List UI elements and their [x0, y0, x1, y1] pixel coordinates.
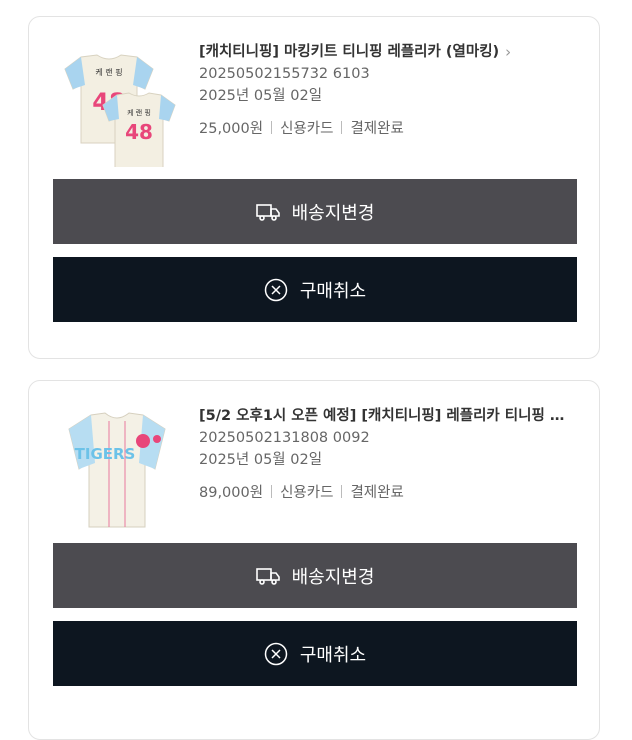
order-info: [캐치티니핑] 마킹키트 티니핑 레플리카 (열마킹) › 2025050215…: [199, 41, 579, 140]
truck-icon: [255, 567, 280, 585]
cancel-purchase-button[interactable]: 구매취소: [53, 257, 577, 322]
svg-text:케 랜 핑: 케 랜 핑: [95, 67, 122, 77]
order-meta: 89,000원 신용카드 결제완료: [199, 482, 579, 504]
product-title: [5/2 오후1시 오픈 예정] [캐치티니핑] 레플리카 티니핑 …: [199, 408, 565, 424]
change-shipping-button[interactable]: 배송지변경: [53, 543, 577, 608]
jersey-image: TIGERS: [68, 412, 166, 528]
divider: [341, 485, 343, 498]
product-thumbnail[interactable]: TIGERS: [51, 399, 183, 531]
order-price: 25,000원: [199, 121, 264, 137]
change-shipping-label: 배송지변경: [291, 566, 375, 588]
truck-icon: [255, 203, 280, 221]
change-shipping-button[interactable]: 배송지변경: [53, 179, 577, 244]
order-card: 케 랜 핑 48 케 랜 핑 48 [캐치티니핑] 마킹키트 티니핑 레플리카 …: [28, 16, 600, 359]
order-card: TIGERS [5/2 오후1시 오픈 예정] [캐치티니핑] 레플리카 티니핑…: [28, 380, 600, 740]
order-number: 20250502155732 6103: [199, 66, 370, 82]
svg-text:케 랜 핑: 케 랜 핑: [127, 108, 151, 117]
order-date: 2025년 05월 02일: [199, 452, 323, 468]
close-circle-icon: [264, 642, 288, 666]
cancel-purchase-button[interactable]: 구매취소: [53, 621, 577, 686]
order-status: 결제완료: [350, 485, 404, 501]
jersey-image: 케 랜 핑 48 케 랜 핑 48: [64, 54, 176, 170]
product-title-link[interactable]: [캐치티니핑] 마킹키트 티니핑 레플리카 (열마킹) ›: [199, 41, 579, 63]
payment-method: 신용카드: [280, 485, 334, 501]
product-thumbnail[interactable]: 케 랜 핑 48 케 랜 핑 48: [51, 35, 183, 170]
order-price: 89,000원: [199, 485, 264, 501]
change-shipping-label: 배송지변경: [291, 202, 375, 224]
divider: [271, 121, 273, 134]
order-number: 20250502131808 0092: [199, 430, 370, 446]
cancel-purchase-label: 구매취소: [299, 280, 367, 302]
svg-text:48: 48: [125, 120, 153, 144]
payment-method: 신용카드: [280, 121, 334, 137]
cancel-purchase-label: 구매취소: [299, 644, 367, 666]
svg-text:TIGERS: TIGERS: [75, 445, 136, 463]
chevron-right-icon: ›: [505, 43, 512, 61]
order-date: 2025년 05월 02일: [199, 88, 323, 104]
order-info: [5/2 오후1시 오픈 예정] [캐치티니핑] 레플리카 티니핑 … 2025…: [199, 405, 579, 504]
divider: [341, 121, 343, 134]
product-title-link[interactable]: [5/2 오후1시 오픈 예정] [캐치티니핑] 레플리카 티니핑 …: [199, 405, 579, 427]
product-title: [캐치티니핑] 마킹키트 티니핑 레플리카 (열마킹): [199, 44, 500, 60]
close-circle-icon: [264, 278, 288, 302]
order-status: 결제완료: [350, 121, 404, 137]
divider: [271, 485, 273, 498]
order-meta: 25,000원 신용카드 결제완료: [199, 118, 579, 140]
